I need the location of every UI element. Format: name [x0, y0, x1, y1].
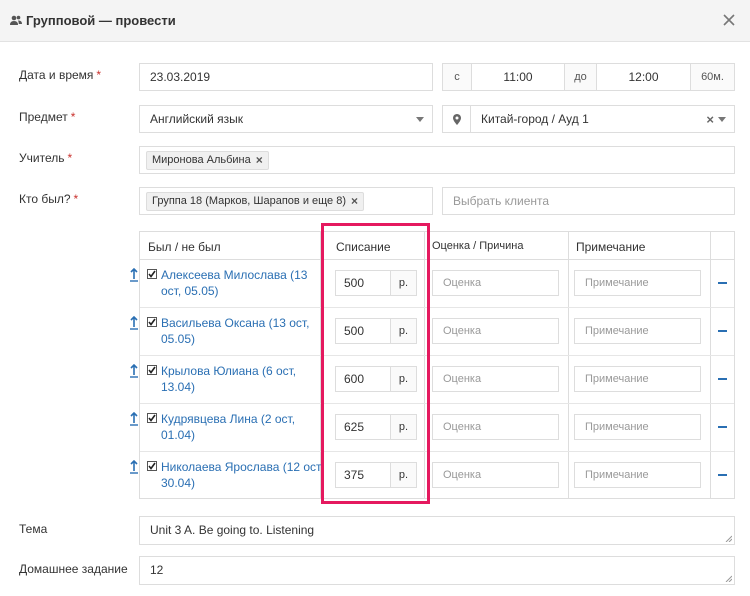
client-select[interactable]: Выбрать клиента	[442, 187, 735, 215]
grade-input[interactable]: Оценка	[432, 318, 559, 344]
remove-row-button[interactable]	[718, 378, 727, 380]
resize-handle-icon[interactable]	[724, 534, 732, 542]
time-to-input[interactable]: 12:00	[596, 63, 691, 91]
subject-value: Английский язык	[150, 112, 244, 126]
subject-label: Предмет *	[19, 110, 76, 124]
attendance-checkbox[interactable]	[147, 461, 157, 471]
date-value: 23.03.2019	[150, 70, 211, 84]
remove-tag-icon[interactable]: ×	[351, 194, 358, 208]
note-input[interactable]: Примечание	[574, 414, 701, 440]
topic-label: Тема	[19, 522, 48, 536]
note-input[interactable]: Примечание	[574, 462, 701, 488]
required-mark: *	[96, 68, 102, 82]
chevron-down-icon	[416, 117, 424, 122]
teacher-label: Учитель *	[19, 151, 73, 165]
users-icon	[10, 15, 22, 25]
attendance-checkbox[interactable]	[147, 269, 157, 279]
arrow-up-icon[interactable]	[129, 364, 139, 378]
remove-tag-icon[interactable]: ×	[256, 153, 263, 167]
grade-input[interactable]: Оценка	[432, 366, 559, 392]
attendance-checkbox[interactable]	[147, 317, 157, 327]
close-button[interactable]	[718, 9, 740, 31]
homework-textarea[interactable]: 12	[139, 556, 735, 585]
close-icon	[723, 14, 735, 26]
grade-input[interactable]: Оценка	[432, 462, 559, 488]
datetime-label: Дата и время *	[19, 68, 102, 82]
attendance-checkbox[interactable]	[147, 365, 157, 375]
header-charge: Списание	[336, 240, 391, 254]
teacher-tag: Миронова Альбина ×	[146, 150, 269, 170]
to-label: до	[564, 63, 597, 91]
from-label: с	[442, 63, 472, 91]
group-tag: Группа 18 (Марков, Шарапов и еще 8) ×	[146, 191, 365, 211]
attended-label: Кто был? *	[19, 192, 79, 206]
remove-row-button[interactable]	[718, 330, 727, 332]
chevron-down-icon	[718, 117, 726, 122]
subject-select[interactable]: Английский язык	[139, 105, 433, 133]
group-select[interactable]: Группа 18 (Марков, Шарапов и еще 8) ×	[139, 187, 433, 215]
homework-label: Домашнее задание	[19, 562, 128, 576]
arrow-up-icon[interactable]	[129, 316, 139, 330]
topic-value: Unit 3 A. Be going to. Listening	[150, 523, 315, 537]
header-note: Примечание	[576, 240, 646, 254]
teacher-tag-label: Миронова Альбина	[152, 154, 251, 166]
date-input[interactable]: 23.03.2019	[139, 63, 433, 91]
location-value: Китай-город / Ауд 1	[481, 112, 589, 126]
student-link[interactable]: Николаева Ярослава (12 ост, 30.04)	[161, 459, 326, 491]
dialog-header: Групповой — провести	[0, 0, 750, 42]
charge-input[interactable]: 500 р.	[335, 270, 417, 296]
note-input[interactable]: Примечание	[574, 270, 701, 296]
student-link[interactable]: Кудрявцева Лина (2 ост, 01.04)	[161, 411, 326, 443]
resize-handle-icon[interactable]	[724, 574, 732, 582]
charge-input[interactable]: 500 р.	[335, 318, 417, 344]
remove-row-button[interactable]	[718, 282, 727, 284]
student-link[interactable]: Алексеева Милослава (13 ост, 05.05)	[161, 267, 326, 299]
header-attended: Был / не был	[148, 240, 221, 254]
arrow-up-icon[interactable]	[129, 460, 139, 474]
clear-icon[interactable]: ×	[706, 112, 714, 127]
note-input[interactable]: Примечание	[574, 366, 701, 392]
note-input[interactable]: Примечание	[574, 318, 701, 344]
group-tag-label: Группа 18 (Марков, Шарапов и еще 8)	[152, 195, 347, 207]
attendance-checkbox[interactable]	[147, 413, 157, 423]
table-header: Был / не был Списание Оценка / Причина П…	[140, 232, 734, 260]
charge-input[interactable]: 375 р.	[335, 462, 417, 488]
teacher-select[interactable]: Миронова Альбина ×	[139, 146, 735, 174]
remove-row-button[interactable]	[718, 426, 727, 428]
time-from-input[interactable]: 11:00	[471, 63, 565, 91]
student-link[interactable]: Крылова Юлиана (6 ост, 13.04)	[161, 363, 326, 395]
location-select[interactable]: Китай-город / Ауд 1 ×	[442, 105, 735, 133]
duration-label: 60м.	[690, 63, 735, 91]
charge-input[interactable]: 600 р.	[335, 366, 417, 392]
location-pin-icon	[443, 106, 471, 132]
arrow-up-icon[interactable]	[129, 412, 139, 426]
remove-row-button[interactable]	[718, 474, 727, 476]
homework-value: 12	[150, 563, 164, 577]
dialog-title-text: Групповой — провести	[26, 13, 176, 28]
grade-input[interactable]: Оценка	[432, 414, 559, 440]
student-link[interactable]: Васильева Оксана (13 ост, 05.05)	[161, 315, 326, 347]
charge-input[interactable]: 625 р.	[335, 414, 417, 440]
arrow-up-icon[interactable]	[129, 268, 139, 282]
topic-textarea[interactable]: Unit 3 A. Be going to. Listening	[139, 516, 735, 545]
client-placeholder: Выбрать клиента	[453, 194, 550, 208]
dialog-title: Групповой — провести	[10, 13, 176, 28]
grade-input[interactable]: Оценка	[432, 270, 559, 296]
header-grade: Оценка / Причина	[432, 240, 524, 252]
